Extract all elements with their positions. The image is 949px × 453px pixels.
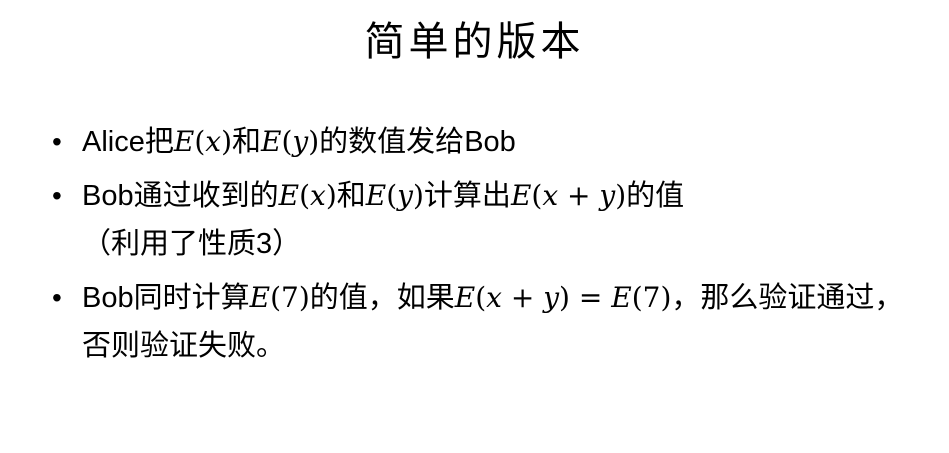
text-segment: 和: [232, 124, 262, 158]
math-symbol: E: [611, 281, 632, 314]
text-segment: 计算出: [423, 178, 511, 212]
math-symbol: ): [559, 281, 570, 314]
bullet-dot-icon: •: [52, 180, 62, 211]
slide-title: 简单的版本: [364, 19, 585, 65]
math-symbol: +: [501, 281, 544, 314]
text-segment: 把: [144, 124, 174, 158]
math-symbol: ): [615, 179, 627, 212]
math-symbol: (: [299, 179, 311, 212]
math-symbol: y: [292, 125, 309, 158]
formula-e7: E(7): [250, 281, 310, 314]
bullet-item: • Alice把E(x)和E(y)的数值发给Bob: [50, 118, 920, 166]
math-symbol: E: [278, 179, 300, 212]
text-segment: （利用了性质: [82, 226, 257, 260]
formula-exy: E(x + y): [511, 179, 626, 212]
math-symbol: E: [510, 179, 532, 212]
text-segment: 的值: [626, 178, 685, 212]
math-symbol: E: [249, 281, 271, 314]
property-number: 3: [256, 228, 273, 260]
math-symbol: =: [569, 281, 612, 314]
math-symbol: (7): [270, 281, 310, 314]
math-symbol: E: [173, 125, 195, 158]
slide: 简单的版本 • Alice把E(x)和E(y)的数值发给Bob • Bob通过收…: [0, 0, 949, 453]
bullet-item: • Bob通过收到的E(x)和E(y)计算出E(x + y)的值 （利用了性质3）: [50, 172, 920, 268]
math-symbol: ): [325, 179, 337, 212]
bullet-list: • Alice把E(x)和E(y)的数值发给Bob • Bob通过收到的E(x)…: [50, 118, 920, 375]
math-symbol: E: [454, 281, 476, 314]
math-symbol: E: [365, 179, 387, 212]
text-segment: 同时计算: [133, 280, 250, 314]
math-symbol: y: [599, 179, 616, 212]
math-symbol: (: [194, 125, 206, 158]
text-segment: ）: [272, 226, 302, 260]
math-symbol: x: [486, 281, 502, 314]
math-symbol: (: [281, 125, 293, 158]
math-symbol: y: [397, 179, 413, 212]
math-symbol: ): [221, 125, 232, 158]
math-symbol: (: [475, 281, 487, 314]
math-symbol: (: [386, 179, 398, 212]
formula-ey: E(y): [261, 125, 319, 158]
text-segment: 通过收到的: [133, 178, 279, 212]
name-bob: Bob: [82, 180, 134, 212]
math-symbol: (: [531, 179, 543, 212]
math-symbol: x: [310, 179, 326, 212]
text-segment: 的数值发给: [319, 124, 465, 158]
math-symbol: x: [542, 179, 559, 212]
bullet-dot-icon: •: [52, 282, 62, 313]
math-symbol: +: [558, 179, 600, 212]
bullet-dot-icon: •: [52, 126, 62, 157]
math-symbol: ): [308, 125, 320, 158]
name-alice: Alice: [82, 126, 145, 158]
formula-ex: E(x): [279, 179, 337, 212]
text-segment: 和: [336, 178, 366, 212]
formula-ey: E(y): [366, 179, 424, 212]
text-segment: 的值，如果: [309, 280, 455, 314]
math-symbol: ): [412, 179, 424, 212]
bullet-item: • Bob同时计算E(7)的值，如果E(x + y) = E(7)，那么验证通过…: [50, 274, 920, 369]
math-symbol: y: [543, 281, 560, 314]
name-bob: Bob: [82, 282, 134, 314]
formula-ex: E(x): [174, 125, 232, 158]
name-bob: Bob: [464, 126, 516, 158]
math-symbol: (7): [631, 281, 672, 314]
math-symbol: E: [261, 125, 282, 158]
math-symbol: x: [205, 125, 222, 158]
formula-equation: E(x + y) = E(7): [455, 281, 672, 314]
